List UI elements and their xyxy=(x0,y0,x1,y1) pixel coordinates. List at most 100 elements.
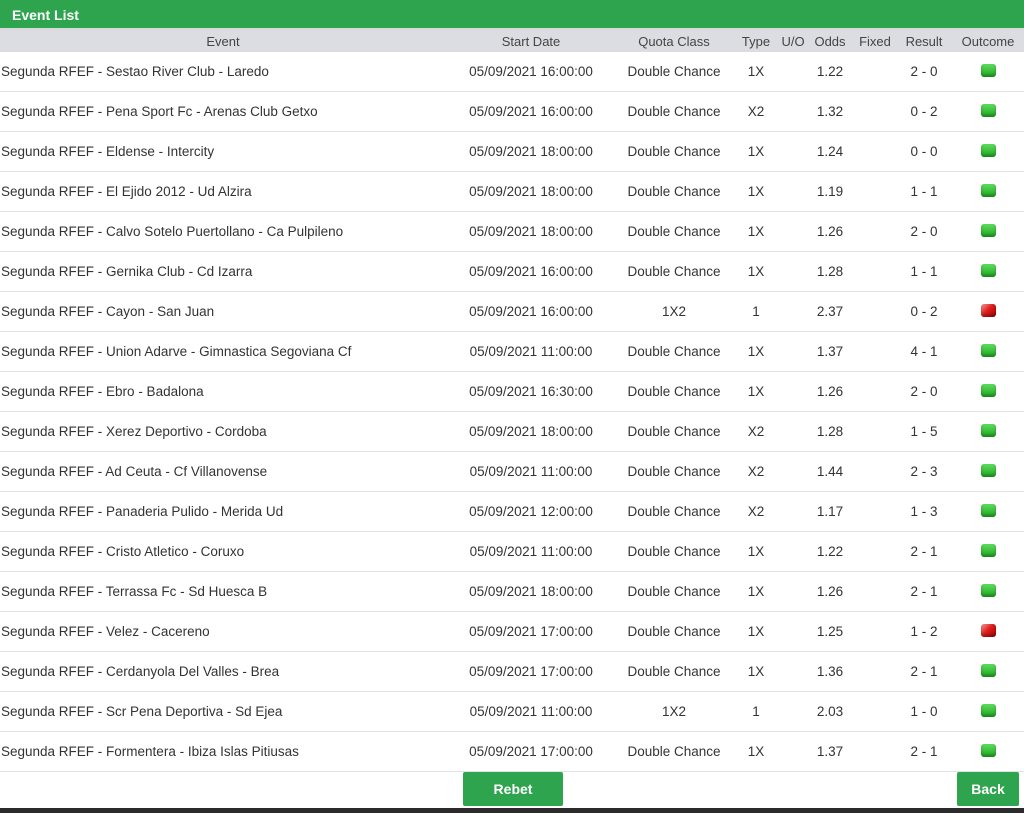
table-row[interactable]: Segunda RFEF - Velez - Cacereno 05/09/202… xyxy=(0,611,1024,652)
col-header-odds[interactable]: Odds xyxy=(806,30,854,52)
cell-type: 1X xyxy=(732,251,780,292)
cell-result: 2 - 3 xyxy=(896,451,952,492)
cell-uo xyxy=(780,691,806,732)
cell-odds: 2.03 xyxy=(806,691,854,732)
table-row[interactable]: Segunda RFEF - Eldense - Intercity 05/09/… xyxy=(0,131,1024,172)
cell-type: 1X xyxy=(732,571,780,612)
cell-start-date: 05/09/2021 12:00:00 xyxy=(446,491,616,532)
col-header-quota-class[interactable]: Quota Class xyxy=(616,30,732,52)
rebet-button[interactable]: Rebet xyxy=(463,772,563,806)
cell-type: 1X xyxy=(732,211,780,252)
cell-outcome xyxy=(952,451,1024,492)
cell-uo xyxy=(780,171,806,212)
col-header-type[interactable]: Type xyxy=(732,30,780,52)
cell-fixed xyxy=(854,211,896,252)
table-row[interactable]: Segunda RFEF - Ebro - Badalona 05/09/2021… xyxy=(0,371,1024,412)
cell-odds: 1.24 xyxy=(806,131,854,172)
cell-quota-class: Double Chance xyxy=(616,52,732,92)
cell-quota-class: Double Chance xyxy=(616,251,732,292)
green-win-icon xyxy=(980,343,996,357)
table-row[interactable]: Segunda RFEF - Sestao River Club - Lared… xyxy=(0,52,1024,92)
col-header-uo[interactable]: U/O xyxy=(780,30,806,52)
cell-result: 2 - 1 xyxy=(896,731,952,772)
cell-type: 1X xyxy=(732,331,780,372)
cell-fixed xyxy=(854,531,896,572)
cell-outcome xyxy=(952,131,1024,172)
cell-quota-class: Double Chance xyxy=(616,731,732,772)
cell-result: 1 - 0 xyxy=(896,691,952,732)
cell-result: 2 - 1 xyxy=(896,531,952,572)
table-row[interactable]: Segunda RFEF - Gernika Club - Cd Izarra 0… xyxy=(0,251,1024,292)
cell-event: Segunda RFEF - Xerez Deportivo - Cordoba xyxy=(0,411,446,452)
table-row[interactable]: Segunda RFEF - Cerdanyola Del Valles - B… xyxy=(0,651,1024,692)
cell-odds: 1.37 xyxy=(806,331,854,372)
back-button[interactable]: Back xyxy=(957,772,1019,806)
cell-type: X2 xyxy=(732,451,780,492)
table-row[interactable]: Segunda RFEF - Cayon - San Juan 05/09/202… xyxy=(0,291,1024,332)
cell-result: 2 - 0 xyxy=(896,211,952,252)
green-win-icon xyxy=(980,503,996,517)
cell-quota-class: Double Chance xyxy=(616,571,732,612)
table-row[interactable]: Segunda RFEF - Xerez Deportivo - Cordoba… xyxy=(0,411,1024,452)
col-header-result[interactable]: Result xyxy=(896,30,952,52)
cell-result: 2 - 0 xyxy=(896,52,952,92)
cell-quota-class: 1X2 xyxy=(616,291,732,332)
cell-fixed xyxy=(854,131,896,172)
table-row[interactable]: Segunda RFEF - Terrassa Fc - Sd Huesca B… xyxy=(0,571,1024,612)
table-row[interactable]: Segunda RFEF - Pena Sport Fc - Arenas Cl… xyxy=(0,91,1024,132)
cell-type: 1X xyxy=(732,52,780,92)
red-loss-icon xyxy=(980,303,996,317)
cell-odds: 1.28 xyxy=(806,251,854,292)
cell-event: Segunda RFEF - Calvo Sotelo Puertollano … xyxy=(0,211,446,252)
table-row[interactable]: Segunda RFEF - El Ejido 2012 - Ud Alzira… xyxy=(0,171,1024,212)
table-row[interactable]: Segunda RFEF - Ad Ceuta - Cf Villanovens… xyxy=(0,451,1024,492)
col-header-event[interactable]: Event xyxy=(0,30,446,52)
cell-quota-class: Double Chance xyxy=(616,451,732,492)
cell-uo xyxy=(780,451,806,492)
cell-uo xyxy=(780,52,806,92)
cell-start-date: 05/09/2021 11:00:00 xyxy=(446,691,616,732)
cell-odds: 2.37 xyxy=(806,291,854,332)
cell-odds: 1.32 xyxy=(806,91,854,132)
cell-start-date: 05/09/2021 11:00:00 xyxy=(446,331,616,372)
table-row[interactable]: Segunda RFEF - Union Adarve - Gimnastica… xyxy=(0,331,1024,372)
cell-start-date: 05/09/2021 11:00:00 xyxy=(446,451,616,492)
cell-fixed xyxy=(854,52,896,92)
cell-event: Segunda RFEF - Velez - Cacereno xyxy=(0,611,446,652)
table-row[interactable]: Segunda RFEF - Formentera - Ibiza Islas … xyxy=(0,731,1024,772)
cell-odds: 1.37 xyxy=(806,731,854,772)
cell-fixed xyxy=(854,171,896,212)
cell-odds: 1.26 xyxy=(806,371,854,412)
cell-uo xyxy=(780,531,806,572)
table-row[interactable]: Segunda RFEF - Scr Pena Deportiva - Sd E… xyxy=(0,691,1024,732)
cell-type: 1X xyxy=(732,611,780,652)
cell-uo xyxy=(780,131,806,172)
cell-outcome xyxy=(952,52,1024,92)
green-win-icon xyxy=(980,663,996,677)
cell-odds: 1.36 xyxy=(806,651,854,692)
green-win-icon xyxy=(980,143,996,157)
table-row[interactable]: Segunda RFEF - Panaderia Pulido - Merida… xyxy=(0,491,1024,532)
footer-bar: Rebet Back xyxy=(0,768,1024,808)
cell-odds: 1.22 xyxy=(806,52,854,92)
cell-result: 4 - 1 xyxy=(896,331,952,372)
cell-fixed xyxy=(854,491,896,532)
table-row[interactable]: Segunda RFEF - Calvo Sotelo Puertollano … xyxy=(0,211,1024,252)
col-header-outcome[interactable]: Outcome xyxy=(952,30,1024,52)
cell-outcome xyxy=(952,291,1024,332)
cell-type: 1 xyxy=(732,291,780,332)
cell-quota-class: 1X2 xyxy=(616,691,732,732)
cell-result: 1 - 1 xyxy=(896,251,952,292)
cell-odds: 1.25 xyxy=(806,611,854,652)
cell-outcome xyxy=(952,531,1024,572)
cell-fixed xyxy=(854,731,896,772)
green-win-icon xyxy=(980,703,996,717)
cell-outcome xyxy=(952,651,1024,692)
table-row[interactable]: Segunda RFEF - Cristo Atletico - Coruxo 0… xyxy=(0,531,1024,572)
cell-fixed xyxy=(854,91,896,132)
cell-outcome xyxy=(952,371,1024,412)
cell-result: 2 - 1 xyxy=(896,651,952,692)
cell-start-date: 05/09/2021 18:00:00 xyxy=(446,131,616,172)
col-header-fixed[interactable]: Fixed xyxy=(854,30,896,52)
col-header-start-date[interactable]: Start Date xyxy=(446,30,616,52)
